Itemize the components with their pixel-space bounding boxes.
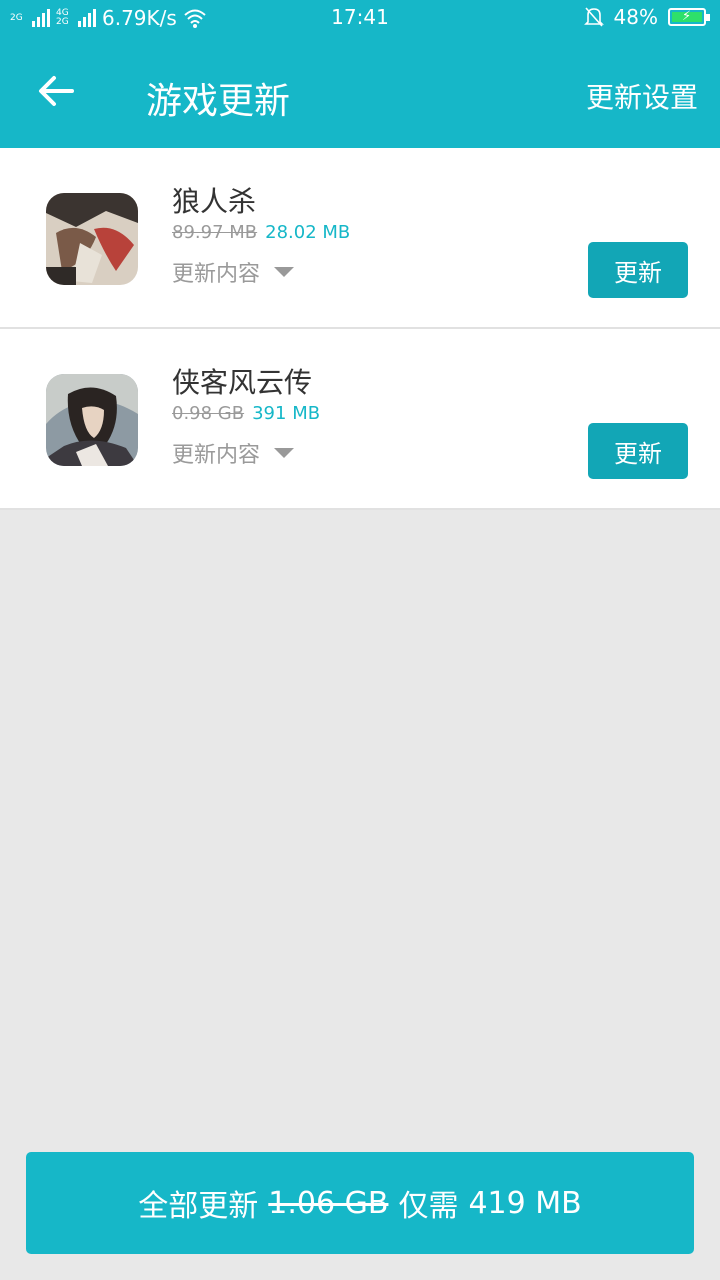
update-details-label: 更新内容 bbox=[172, 262, 261, 287]
update-size: 391 MB bbox=[252, 403, 321, 424]
bell-muted-icon bbox=[583, 7, 604, 27]
caret-down-icon bbox=[274, 448, 295, 458]
page-title: 游戏更新 bbox=[146, 81, 291, 122]
battery-icon: ⚡ bbox=[668, 8, 710, 26]
original-size: 0.98 GB bbox=[172, 403, 245, 424]
caret-down-icon bbox=[274, 267, 295, 277]
original-total-size: 1.06 GB bbox=[268, 1185, 389, 1221]
only-need-label: 仅需 bbox=[398, 1189, 459, 1224]
list-item: 狼人杀 89.97 MB 28.02 MB 更新内容 更新 bbox=[0, 148, 720, 329]
game-icon bbox=[46, 193, 138, 285]
game-size: 89.97 MB 28.02 MB bbox=[172, 222, 350, 243]
original-size: 89.97 MB bbox=[172, 222, 258, 243]
game-name: 侠客风云传 bbox=[172, 366, 313, 399]
back-arrow-icon[interactable] bbox=[36, 70, 78, 112]
update-settings-button[interactable]: 更新设置 bbox=[586, 76, 698, 116]
battery-percent: 48% bbox=[613, 5, 658, 29]
update-total-size: 419 MB bbox=[468, 1185, 582, 1221]
update-all-label: 全部更新 bbox=[138, 1189, 259, 1224]
game-update-list: 狼人杀 89.97 MB 28.02 MB 更新内容 更新 侠客风云传 0.98 … bbox=[0, 148, 720, 510]
game-size: 0.98 GB 391 MB bbox=[172, 403, 320, 424]
update-button[interactable]: 更新 bbox=[588, 423, 688, 479]
status-bar: 2G 4G 2G 6.79K/s 17:41 48% ⚡ bbox=[0, 0, 720, 38]
update-details-label: 更新内容 bbox=[172, 443, 261, 468]
update-details-toggle[interactable]: 更新内容 bbox=[172, 256, 295, 288]
app-header: 2G 4G 2G 6.79K/s 17:41 48% ⚡ 游戏更新 更新设置 bbox=[0, 0, 720, 148]
update-button[interactable]: 更新 bbox=[588, 242, 688, 298]
update-details-toggle[interactable]: 更新内容 bbox=[172, 437, 295, 469]
list-item: 侠客风云传 0.98 GB 391 MB 更新内容 更新 bbox=[0, 329, 720, 510]
game-icon bbox=[46, 374, 138, 466]
game-name: 狼人杀 bbox=[172, 185, 257, 218]
update-all-button[interactable]: 全部更新 1.06 GB 仅需 419 MB bbox=[26, 1152, 694, 1254]
update-size: 28.02 MB bbox=[265, 222, 351, 243]
